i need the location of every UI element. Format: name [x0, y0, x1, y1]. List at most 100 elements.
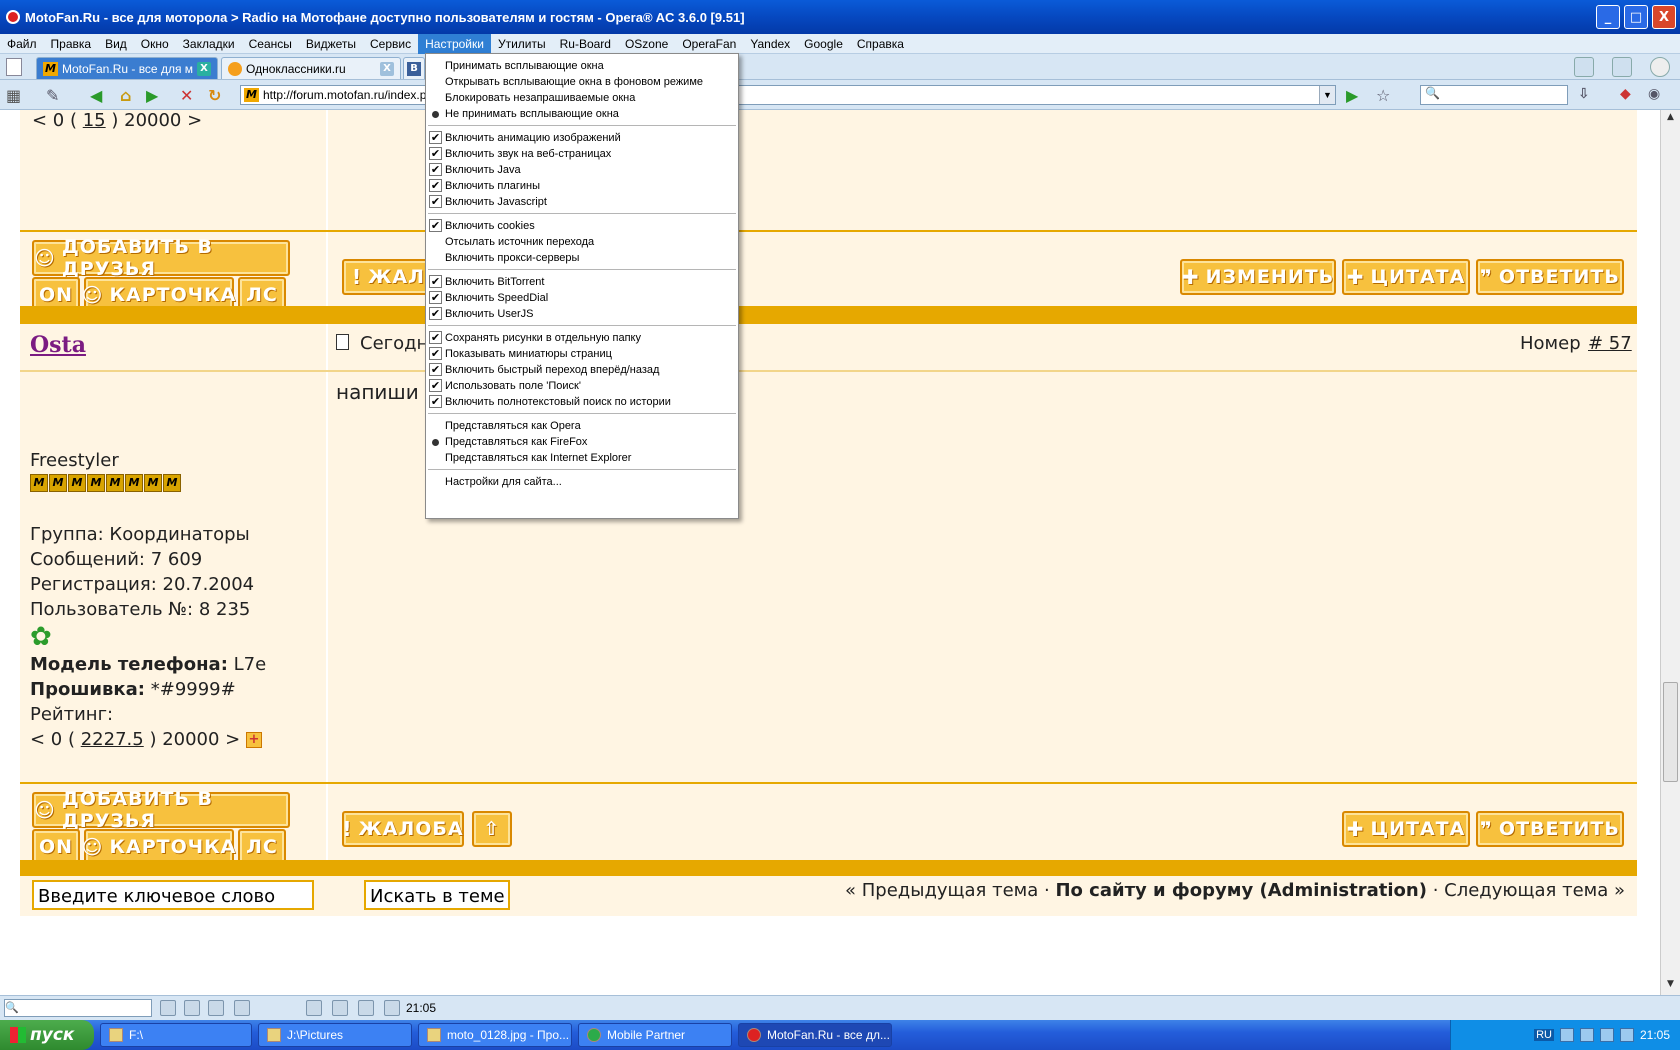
address-input[interactable]: M http://forum.motofan.ru/index.ph ▼: [240, 85, 1336, 105]
rating-plus-icon[interactable]: +: [246, 732, 262, 748]
home-icon[interactable]: ⌂: [120, 86, 131, 105]
checkbox-checked-icon[interactable]: ✔: [429, 395, 442, 408]
checkbox-checked-icon[interactable]: ✔: [429, 147, 442, 160]
menu-utilities[interactable]: Утилиты: [491, 34, 553, 54]
radio-selected-icon[interactable]: [432, 111, 439, 118]
language-indicator[interactable]: RU: [1534, 1029, 1554, 1041]
magnifier-icon[interactable]: [160, 1000, 176, 1016]
search-input[interactable]: 🔍: [1420, 85, 1568, 105]
new-tab-icon[interactable]: [6, 58, 22, 76]
menu-google[interactable]: Google: [797, 34, 850, 54]
stop-icon[interactable]: ✕: [180, 86, 193, 105]
minus-icon[interactable]: [358, 1000, 374, 1016]
tray-volume-icon[interactable]: [1579, 1028, 1594, 1042]
screen-icon[interactable]: [306, 1000, 322, 1016]
menu-edit[interactable]: Правка: [44, 34, 99, 54]
eye-icon[interactable]: ◉: [1648, 86, 1660, 102]
tab-odnoklassniki[interactable]: Одноклассники.ru X: [221, 57, 401, 79]
menu-window[interactable]: Окно: [134, 34, 176, 54]
settings-menu-item[interactable]: ✔ Включить Java: [429, 162, 521, 178]
settings-menu-item[interactable]: ✔ Включить Javascript: [429, 194, 547, 210]
rating-value[interactable]: 2227.5: [81, 729, 144, 750]
page-scrollbar[interactable]: ▲ ▼: [1660, 110, 1680, 995]
notes-icon[interactable]: [184, 1000, 200, 1016]
menu-view[interactable]: Вид: [98, 34, 134, 54]
tab-motofan[interactable]: M MotoFan.Ru - все для м... X: [36, 57, 218, 79]
settings-menu-item[interactable]: Не принимать всплывающие окна: [432, 106, 619, 122]
favorite-star-icon[interactable]: ☆: [1376, 86, 1390, 105]
post-username[interactable]: Osta: [30, 332, 86, 358]
checkbox-checked-icon[interactable]: ✔: [429, 379, 442, 392]
settings-menu-item[interactable]: ✔ Включить UserJS: [429, 306, 533, 322]
complaint-button[interactable]: ! ЖАЛОБА: [342, 811, 464, 847]
settings-menu-item[interactable]: ✔ Включить быстрый переход вперёд/назад: [429, 362, 659, 378]
task-folder-f[interactable]: F:\: [100, 1023, 252, 1047]
menu-bookmarks[interactable]: Закладки: [176, 34, 242, 54]
prev-topic-link[interactable]: « Предыдущая тема: [845, 880, 1038, 901]
forward-icon[interactable]: ▶: [146, 86, 158, 105]
settings-menu-item[interactable]: ✔ Включить полнотекстовый поиск по истори…: [429, 394, 671, 410]
back-icon[interactable]: ◀: [90, 86, 102, 105]
edit-button[interactable]: ✚ ИЗМЕНИТЬ: [1180, 259, 1336, 295]
task-mobile-partner[interactable]: Mobile Partner: [578, 1023, 732, 1047]
scroll-up-arrow-icon[interactable]: ▲: [1663, 112, 1678, 126]
close-button[interactable]: X: [1652, 5, 1676, 29]
menu-file[interactable]: Файл: [0, 34, 44, 54]
add-friend-button[interactable]: ☺ ДОБАВИТЬ В ДРУЗЬЯ: [32, 788, 290, 832]
bookmark-add-icon[interactable]: [1574, 57, 1594, 77]
add-friend-button[interactable]: ☺ ДОБАВИТЬ В ДРУЗЬЯ: [32, 236, 290, 280]
checkbox-checked-icon[interactable]: ✔: [429, 307, 442, 320]
tray-network-icon[interactable]: [1559, 1028, 1574, 1042]
settings-menu-item[interactable]: Открывать всплывающие окна в фоновом реж…: [445, 74, 703, 90]
menu-settings[interactable]: Настройки: [418, 33, 491, 54]
tray-flag-icon[interactable]: [1619, 1028, 1634, 1042]
next-topic-link[interactable]: Следующая тема »: [1444, 880, 1625, 901]
scroll-down-arrow-icon[interactable]: ▼: [1663, 979, 1678, 993]
task-image-viewer[interactable]: moto_0128.jpg - Про...: [418, 1023, 572, 1047]
checkbox-checked-icon[interactable]: ✔: [429, 275, 442, 288]
window-icon[interactable]: [332, 1000, 348, 1016]
checkbox-checked-icon[interactable]: ✔: [429, 131, 442, 144]
settings-menu-item[interactable]: ✔ Использовать поле 'Поиск': [429, 378, 581, 394]
tab-close-icon[interactable]: X: [380, 61, 394, 76]
url-dropdown-icon[interactable]: ▼: [1319, 86, 1335, 104]
go-icon[interactable]: ▶: [1346, 86, 1358, 105]
settings-menu-item[interactable]: Представляться как Opera: [445, 418, 581, 434]
menu-operafan[interactable]: OperaFan: [675, 34, 743, 54]
settings-menu-item[interactable]: ✔ Включить cookies: [429, 218, 535, 234]
settings-menu-item[interactable]: ✔ Сохранять рисунки в отдельную папку: [429, 330, 641, 346]
settings-menu-item[interactable]: ✔ Включить звук на веб-страницах: [429, 146, 611, 162]
opera-link-icon[interactable]: [1650, 57, 1670, 77]
status-search-input[interactable]: 🔍: [4, 999, 152, 1017]
menu-oszone[interactable]: OSzone: [618, 34, 675, 54]
tray-security-icon[interactable]: [1599, 1028, 1614, 1042]
settings-menu-item[interactable]: ✔ Включить BitTorrent: [429, 274, 544, 290]
settings-menu-item[interactable]: Отсылать источник перехода: [445, 234, 594, 250]
settings-menu-item[interactable]: Представляться как Internet Explorer: [445, 450, 631, 466]
topic-search-input[interactable]: Введите ключевое слово: [32, 880, 314, 910]
settings-menu-item[interactable]: ✔ Показывать миниатюры страниц: [429, 346, 612, 362]
checkbox-checked-icon[interactable]: ✔: [429, 363, 442, 376]
menu-widgets[interactable]: Виджеты: [299, 34, 363, 54]
search-engine-icon[interactable]: ⇩: [1578, 86, 1590, 102]
settings-menu-item[interactable]: Включить прокси-серверы: [445, 250, 579, 266]
page-icon[interactable]: [234, 1000, 250, 1016]
task-opera[interactable]: MotoFan.Ru - все дл...: [738, 1023, 892, 1047]
reply-button[interactable]: ❞ ОТВЕТИТЬ: [1476, 811, 1624, 847]
settings-menu-item[interactable]: ✔ Включить SpeedDial: [429, 290, 548, 306]
radio-selected-icon[interactable]: [432, 439, 439, 446]
scroll-thumb[interactable]: [1663, 682, 1678, 782]
reload-icon[interactable]: ↻: [208, 86, 221, 105]
menu-help[interactable]: Справка: [850, 34, 911, 54]
edit-icon[interactable]: ✎: [46, 86, 59, 105]
maximize-button[interactable]: □: [1624, 5, 1648, 29]
checkbox-checked-icon[interactable]: ✔: [429, 347, 442, 360]
tab-close-icon[interactable]: X: [197, 61, 211, 76]
checkbox-checked-icon[interactable]: ✔: [429, 219, 442, 232]
settings-menu-item[interactable]: Настройки для сайта...: [445, 474, 562, 490]
checkbox-checked-icon[interactable]: ✔: [429, 163, 442, 176]
start-button[interactable]: пуск: [0, 1020, 94, 1050]
checkbox-checked-icon[interactable]: ✔: [429, 291, 442, 304]
task-folder-pictures[interactable]: J:\Pictures: [258, 1023, 412, 1047]
transfers-icon[interactable]: [208, 1000, 224, 1016]
